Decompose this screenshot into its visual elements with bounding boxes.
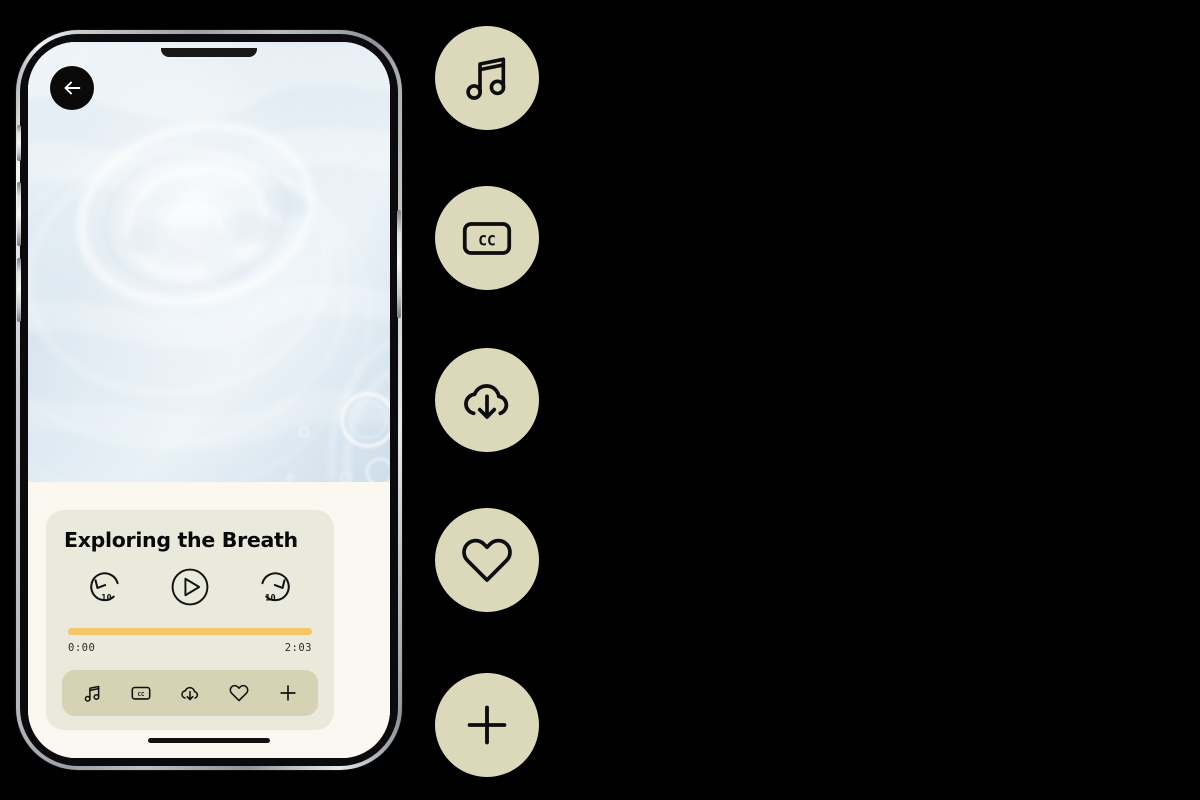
arrow-left-icon [64, 81, 81, 95]
play-button[interactable] [168, 565, 212, 609]
progress-slider[interactable]: 0:00 2:03 [68, 628, 312, 654]
canvas: Exploring the Breath 10 10 0:00 2:03 CC … [0, 0, 1200, 800]
closed-captions-icon: CC [462, 222, 512, 255]
back-button[interactable] [50, 66, 94, 110]
time-row: 0:00 2:03 [68, 642, 312, 654]
rewind-10-button[interactable]: 10 [85, 564, 131, 610]
progress-track [68, 628, 312, 635]
dynamic-island [161, 48, 257, 57]
icon-circle-music[interactable] [435, 26, 539, 130]
phone-mockup: Exploring the Breath 10 10 0:00 2:03 CC [16, 30, 402, 770]
cloud-download-icon [181, 686, 199, 701]
closed-captions-icon: CC [131, 686, 151, 700]
rotate-cw-icon: 10 [261, 572, 291, 603]
player-panel: Exploring the Breath 10 10 0:00 2:03 CC [28, 482, 390, 758]
icon-circle-download[interactable] [435, 348, 539, 452]
play-circle-icon [171, 568, 209, 606]
icon-circle-add[interactable] [435, 673, 539, 777]
plus-icon [279, 685, 296, 701]
favorite-button[interactable] [222, 676, 256, 710]
transport-controls: 10 10 [62, 564, 318, 610]
power-button[interactable] [397, 210, 401, 318]
hero-image [28, 42, 390, 482]
volume-down-button[interactable] [17, 258, 21, 322]
cloud-download-icon [464, 384, 509, 419]
icon-circle-favorite[interactable] [435, 508, 539, 612]
plus-icon [467, 705, 507, 745]
download-button[interactable] [173, 676, 207, 710]
progress-fill [68, 628, 312, 635]
player-card: Exploring the Breath 10 10 0:00 2:03 CC [46, 510, 334, 730]
icon-circle-captions[interactable]: CC [435, 186, 539, 290]
rewind-seconds-label: 10 [101, 593, 111, 603]
captions-button[interactable]: CC [124, 676, 158, 710]
total-time-label: 2:03 [284, 642, 312, 654]
music-note-icon [466, 57, 506, 100]
player-action-toolbar: CC [62, 670, 318, 716]
silence-switch[interactable] [17, 125, 21, 161]
track-title: Exploring the Breath [64, 528, 298, 552]
heart-icon [462, 538, 512, 582]
svg-text:CC: CC [138, 692, 145, 698]
music-note-icon [84, 685, 100, 702]
add-button[interactable] [271, 676, 305, 710]
home-indicator [148, 738, 270, 743]
heart-icon [229, 684, 249, 702]
phone-screen: Exploring the Breath 10 10 0:00 2:03 CC [28, 42, 390, 758]
current-time-label: 0:00 [68, 642, 96, 654]
svg-text:CC: CC [478, 233, 495, 249]
rotate-ccw-icon: 10 [89, 572, 119, 603]
music-button[interactable] [75, 676, 109, 710]
forward-10-button[interactable]: 10 [249, 564, 295, 610]
forward-seconds-label: 10 [266, 593, 276, 603]
volume-up-button[interactable] [17, 182, 21, 246]
